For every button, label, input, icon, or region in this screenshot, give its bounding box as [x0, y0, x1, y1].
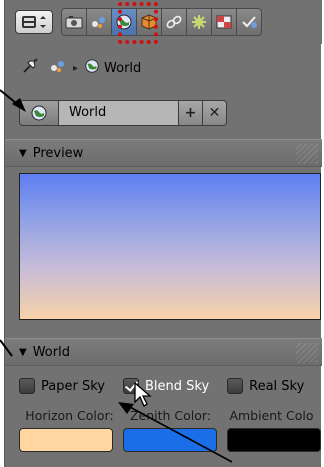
modifiers-icon [192, 15, 206, 29]
checkbox-box [19, 378, 35, 394]
world-panel-title: World [32, 344, 70, 360]
preview-panel-title: Preview [32, 145, 84, 161]
tab-world[interactable] [111, 8, 137, 36]
sky-options: Paper Sky Blend Sky Real Sky [19, 376, 319, 396]
horizon-color-swatch[interactable] [19, 428, 113, 452]
tab-physics[interactable] [236, 8, 262, 36]
mouse-cursor-icon [134, 382, 152, 407]
world-icon [84, 58, 100, 78]
world-datablock-selector: World + ✕ [19, 100, 233, 126]
panel-grip-icon[interactable] [296, 144, 318, 164]
ambient-color-label: Ambient Colo [229, 408, 314, 423]
checkbox-box [227, 378, 244, 394]
blend-sky-label: Blend Sky [144, 378, 210, 394]
zenith-color-swatch[interactable] [123, 428, 217, 452]
color-swatches [19, 428, 322, 452]
object-icon [141, 14, 157, 30]
expand-triangle-icon: ▼ [19, 346, 27, 358]
physics-icon [242, 16, 257, 28]
browse-world-button[interactable] [19, 100, 59, 126]
breadcrumb-world-label: World [104, 60, 142, 76]
horizon-color-label: Horizon Color: [25, 408, 114, 423]
tab-scene[interactable] [86, 8, 112, 36]
tab-texture[interactable] [211, 8, 237, 36]
zenith-color-label: Zenith Color: [129, 408, 212, 423]
world-icon [31, 105, 47, 121]
tab-modifiers[interactable] [186, 8, 212, 36]
world-panel-header[interactable]: ▼ World [5, 338, 322, 366]
editor-type-icon [22, 16, 46, 28]
real-sky-checkbox[interactable]: Real Sky [227, 378, 304, 394]
context-tab-bar [5, 0, 322, 44]
close-icon: ✕ [208, 105, 221, 121]
scene-icon [49, 58, 67, 78]
render-icon [65, 16, 83, 29]
scene-icon [92, 17, 105, 28]
world-name-field[interactable]: World [59, 100, 179, 126]
ambient-color-swatch[interactable] [227, 428, 321, 452]
texture-icon [216, 15, 232, 29]
editor-type-button[interactable] [15, 10, 53, 34]
real-sky-label: Real Sky [249, 378, 305, 394]
constraints-icon [166, 15, 182, 29]
tab-render[interactable] [61, 8, 87, 36]
color-labels: Horizon Color: Zenith Color: Ambient Col… [19, 408, 322, 426]
tab-object[interactable] [136, 8, 162, 36]
breadcrumb: ▸ World [5, 52, 322, 84]
add-icon: + [184, 105, 197, 121]
world-icon [116, 14, 132, 30]
paper-sky-label: Paper Sky [41, 378, 105, 394]
breadcrumb-separator-icon: ▸ [73, 62, 79, 74]
properties-editor: ▸ World World + ✕ ▼ Preview ▼ World Pape… [4, 0, 322, 467]
world-preview-image [19, 173, 321, 320]
unlink-world-button[interactable]: ✕ [203, 100, 227, 126]
new-world-button[interactable]: + [179, 100, 203, 126]
panel-grip-icon[interactable] [296, 343, 318, 363]
expand-triangle-icon: ▼ [19, 147, 27, 159]
paper-sky-checkbox[interactable]: Paper Sky [19, 378, 105, 394]
pin-icon[interactable] [21, 57, 39, 79]
tab-constraints[interactable] [161, 8, 187, 36]
preview-panel-header[interactable]: ▼ Preview [5, 139, 322, 167]
